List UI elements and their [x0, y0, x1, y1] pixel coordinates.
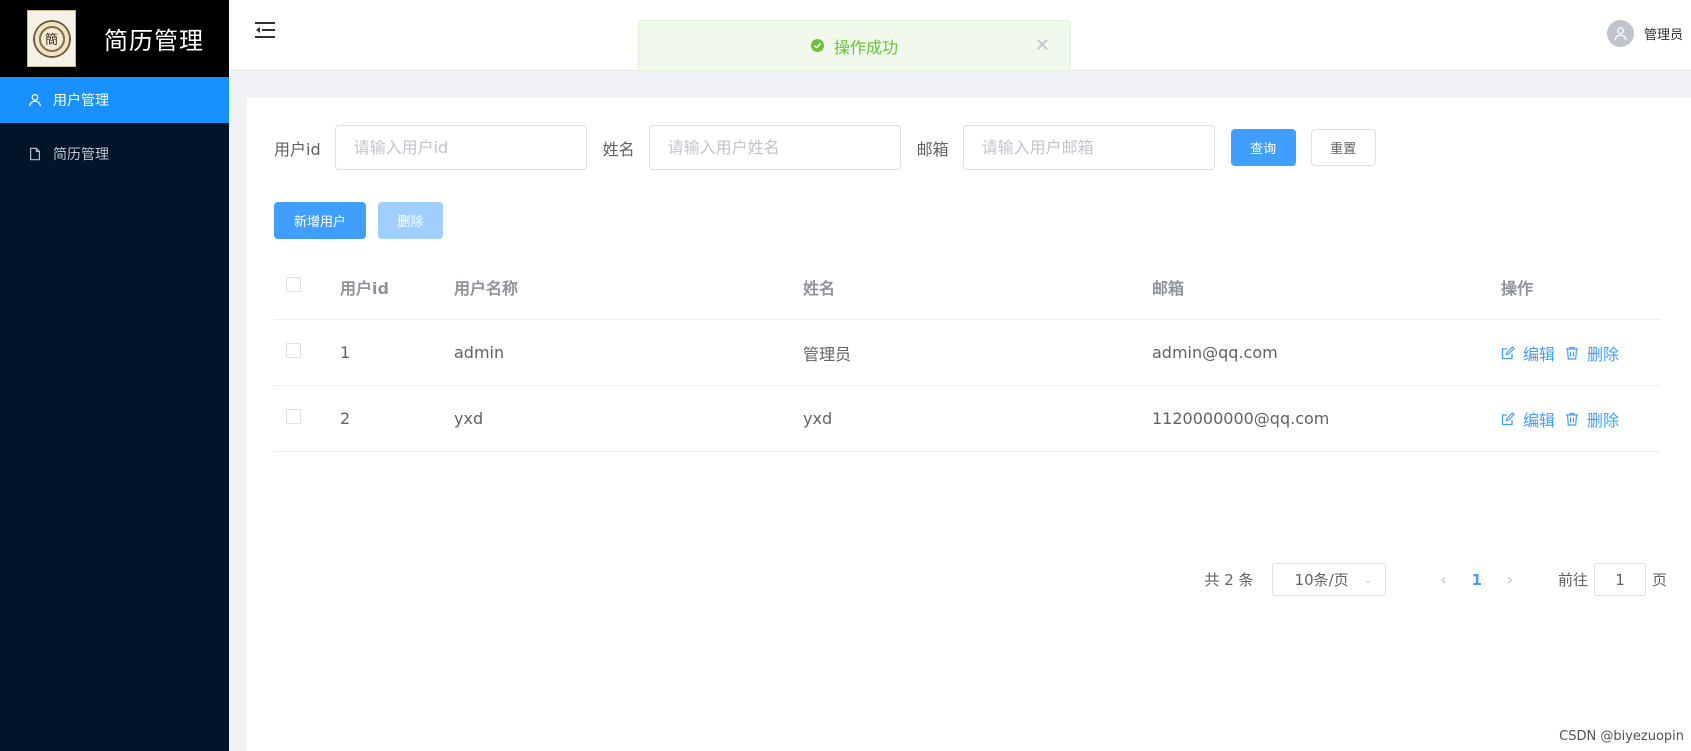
batch-delete-button[interactable]: 删除	[378, 202, 443, 239]
document-icon	[30, 147, 40, 161]
email-label: 邮箱	[916, 139, 949, 159]
table-row: 2 yxd yxd 1120000000@qq.com 编辑 删除	[274, 386, 1661, 452]
column-header: 邮箱	[1152, 278, 1185, 298]
logo-bar: 簡 简历管理	[0, 0, 229, 77]
user-id-input[interactable]	[334, 125, 587, 170]
prev-page-icon[interactable]: ‹	[1434, 570, 1454, 589]
select-all-checkbox[interactable]	[286, 277, 301, 292]
avatar[interactable]	[1606, 20, 1634, 47]
search-field-email: 邮箱	[917, 125, 1215, 170]
logo-seal: 簡	[32, 19, 71, 58]
logo-glyph: 簡	[44, 33, 58, 48]
menu-fold-icon[interactable]	[254, 20, 276, 40]
query-button[interactable]: 查询	[1230, 129, 1296, 166]
success-toast: 操作成功 ✕	[638, 20, 1071, 71]
edit-label: 编辑	[1523, 344, 1556, 364]
sidebar-item-resume-management[interactable]: 简历管理	[0, 131, 229, 177]
trash-icon	[1566, 412, 1579, 426]
edit-button[interactable]: 编辑	[1501, 407, 1555, 431]
next-page-icon[interactable]: ›	[1500, 570, 1520, 589]
column-header: 用户名称	[454, 278, 519, 298]
cell-username: admin	[454, 343, 505, 362]
row-checkbox[interactable]	[286, 409, 301, 424]
search-field-name: 姓名	[603, 125, 901, 170]
header-checkbox-cell	[274, 277, 340, 296]
user-id-label: 用户id	[274, 139, 321, 159]
cell-user-id: 2	[340, 409, 351, 428]
row-checkbox-cell	[274, 343, 340, 362]
cell-username: yxd	[454, 409, 484, 428]
avatar-user-icon	[1614, 27, 1627, 41]
toast-message: 操作成功	[833, 37, 898, 57]
table-header: 用户id 用户名称 姓名 邮箱 操作	[274, 254, 1661, 320]
pagination-goto: 前往 页	[1558, 563, 1667, 596]
cell-user-id: 1	[340, 343, 351, 362]
reset-button[interactable]: 重置	[1310, 129, 1376, 166]
table-row: 1 admin 管理员 admin@qq.com 编辑 删除	[274, 320, 1661, 386]
cell-email: admin@qq.com	[1152, 343, 1278, 362]
name-input[interactable]	[648, 125, 901, 170]
name-label: 姓名	[602, 139, 635, 159]
logo: 簡	[27, 10, 76, 67]
edit-icon	[1501, 411, 1515, 425]
goto-suffix: 页	[1651, 571, 1667, 589]
delete-label: 删除	[1587, 410, 1620, 430]
column-header: 姓名	[803, 278, 836, 298]
cell-name: 管理员	[803, 344, 852, 364]
app-title: 简历管理	[104, 27, 204, 55]
search-form: 用户id 姓名 邮箱 查询 重置	[274, 125, 1376, 170]
cell-operations: 编辑 删除	[1501, 407, 1661, 431]
delete-button[interactable]: 删除	[1565, 341, 1619, 365]
edit-button[interactable]: 编辑	[1501, 341, 1555, 365]
page-number-current[interactable]: 1	[1472, 571, 1482, 589]
cell-name: yxd	[803, 409, 833, 428]
edit-label: 编辑	[1523, 410, 1556, 430]
watermark: CSDN @biyezuopin	[1559, 729, 1684, 744]
email-input[interactable]	[962, 125, 1215, 170]
search-field-user-id: 用户id	[274, 125, 587, 170]
user-icon	[29, 93, 41, 107]
goto-page-input[interactable]	[1593, 563, 1646, 596]
user-name[interactable]: 管理员	[1644, 24, 1683, 43]
pagination: 共 2 条 10条/页 ⌄ ‹ 1 › 前往 页	[1204, 563, 1667, 596]
page-size-value: 10条/页	[1294, 571, 1349, 589]
edit-icon	[1501, 345, 1515, 359]
user-table: 用户id 用户名称 姓名 邮箱 操作 1 admin 管理员 admin@qq.…	[274, 254, 1661, 452]
content-card: 用户id 姓名 邮箱 查询 重置 新增用户 删除 用户id 用户名称 姓名 邮箱…	[247, 98, 1691, 751]
cell-email: 1120000000@qq.com	[1152, 409, 1330, 428]
sidebar-item-label: 简历管理	[53, 147, 109, 163]
user-menu[interactable]: 管理员	[1606, 20, 1683, 47]
trash-icon	[1566, 346, 1579, 360]
column-header: 用户id	[340, 278, 389, 298]
pagination-total: 共 2 条	[1204, 571, 1254, 589]
page-size-select[interactable]: 10条/页 ⌄	[1271, 563, 1386, 596]
action-toolbar: 新增用户 删除	[274, 202, 443, 239]
delete-label: 删除	[1587, 344, 1620, 364]
cell-operations: 编辑 删除	[1501, 341, 1661, 365]
row-checkbox[interactable]	[286, 343, 301, 358]
delete-button[interactable]: 删除	[1565, 407, 1619, 431]
add-user-button[interactable]: 新增用户	[274, 202, 366, 239]
sidebar-item-user-management[interactable]: 用户管理	[0, 77, 229, 123]
sidebar-item-label: 用户管理	[53, 93, 109, 109]
close-icon[interactable]: ✕	[1035, 35, 1050, 56]
sidebar: 簡 简历管理 用户管理 简历管理	[0, 0, 229, 751]
goto-prefix: 前往	[1557, 571, 1588, 589]
success-check-icon	[810, 39, 824, 52]
chevron-down-icon: ⌄	[1363, 573, 1373, 586]
column-header: 操作	[1501, 278, 1534, 298]
row-checkbox-cell	[274, 409, 340, 428]
